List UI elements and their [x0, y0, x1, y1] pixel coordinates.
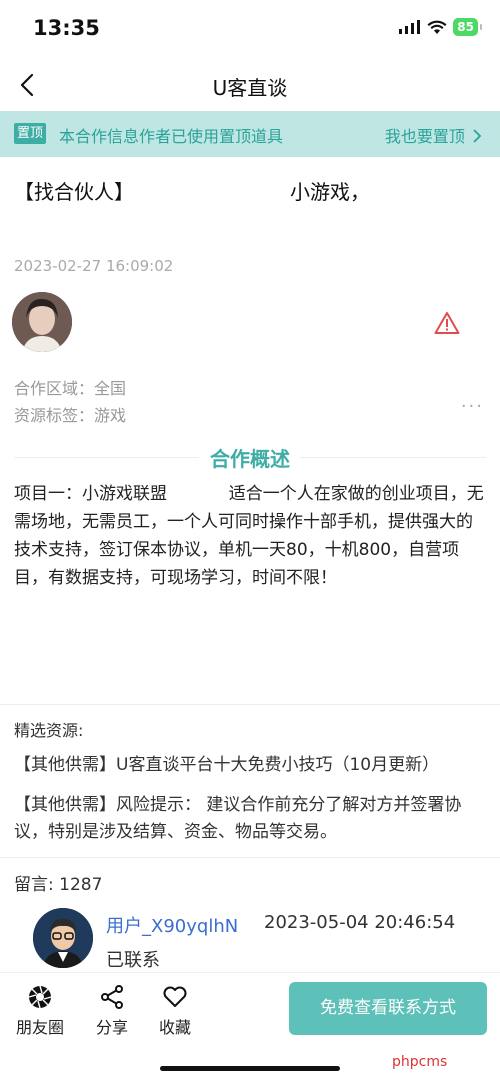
heart-icon — [163, 986, 187, 1007]
avatar-portrait-icon — [33, 908, 93, 968]
comment-text: 已联系 — [106, 950, 160, 971]
region-label: 合作区域： — [14, 379, 95, 398]
moments-share-button[interactable]: 朋友圈 — [10, 984, 70, 1038]
selected-resource-link[interactable]: 【其他供需】U客直谈平台十大免费小技巧（10月更新） — [14, 752, 488, 778]
region-value: 全国 — [94, 379, 127, 398]
pinned-notice: 本合作信息作者已使用置顶道具 — [59, 127, 284, 146]
page-title: U客直谈 — [212, 76, 288, 100]
overview-heading: 合作概述 — [210, 447, 290, 471]
signal-icon — [399, 20, 421, 34]
comment-time: 2023-05-04 20:46:54 — [264, 912, 456, 933]
home-indicator[interactable] — [160, 1066, 340, 1071]
post-title-prefix: 【找合伙人】 — [14, 180, 134, 204]
tag-value: 游戏 — [94, 406, 127, 425]
view-contact-button[interactable]: 免费查看联系方式 — [289, 982, 487, 1035]
share-label: 分享 — [95, 1018, 128, 1037]
share-button[interactable]: 分享 — [82, 984, 142, 1038]
divider — [0, 704, 500, 705]
moments-label: 朋友圈 — [15, 1018, 64, 1037]
selected-resources-label: 精选资源: — [14, 721, 84, 740]
more-options-icon[interactable]: ··· — [461, 396, 484, 417]
camera-aperture-icon — [28, 985, 52, 1009]
tag-row: 资源标签：游戏 — [14, 402, 126, 426]
divider — [0, 857, 500, 858]
commenter-avatar[interactable] — [33, 908, 93, 968]
pinned-tag: 置顶 — [14, 123, 47, 144]
favorite-label: 收藏 — [158, 1018, 191, 1037]
region-row: 合作区域：全国 — [14, 375, 126, 399]
author-avatar[interactable] — [12, 292, 72, 352]
selected-resource-link[interactable]: 【其他供需】风险提示： 建议合作前充分了解对方并签署协议，特别是涉及结算、资金、… — [14, 792, 488, 846]
status-icons: 85 — [399, 18, 482, 36]
pin-also-label: 我也要置顶 — [384, 127, 465, 146]
chevron-right-icon — [473, 129, 482, 143]
wifi-icon — [427, 20, 447, 34]
overview-body: 项目一：小游戏联盟 适合一个人在家做的创业项目，无需场地，无需员工，一个人可同时… — [14, 484, 484, 588]
post-title-suffix: 小游戏， — [290, 180, 370, 204]
commenter-name[interactable]: 用户_X90yqlhN — [106, 912, 238, 938]
share-icon — [101, 985, 123, 1009]
comments-count: 留言: 1287 — [14, 875, 103, 895]
watermark-text: phpcms — [392, 1054, 448, 1070]
status-time: 13:35 — [33, 16, 100, 40]
pin-also-link[interactable]: 我也要置顶 — [385, 123, 482, 147]
battery-indicator: 85 — [453, 18, 482, 36]
post-date: 2023-02-27 16:09:02 — [14, 257, 174, 275]
report-warning-icon[interactable] — [434, 311, 460, 335]
avatar-portrait-icon — [12, 292, 72, 352]
favorite-button[interactable]: 收藏 — [145, 984, 205, 1038]
tag-label: 资源标签： — [14, 406, 95, 425]
